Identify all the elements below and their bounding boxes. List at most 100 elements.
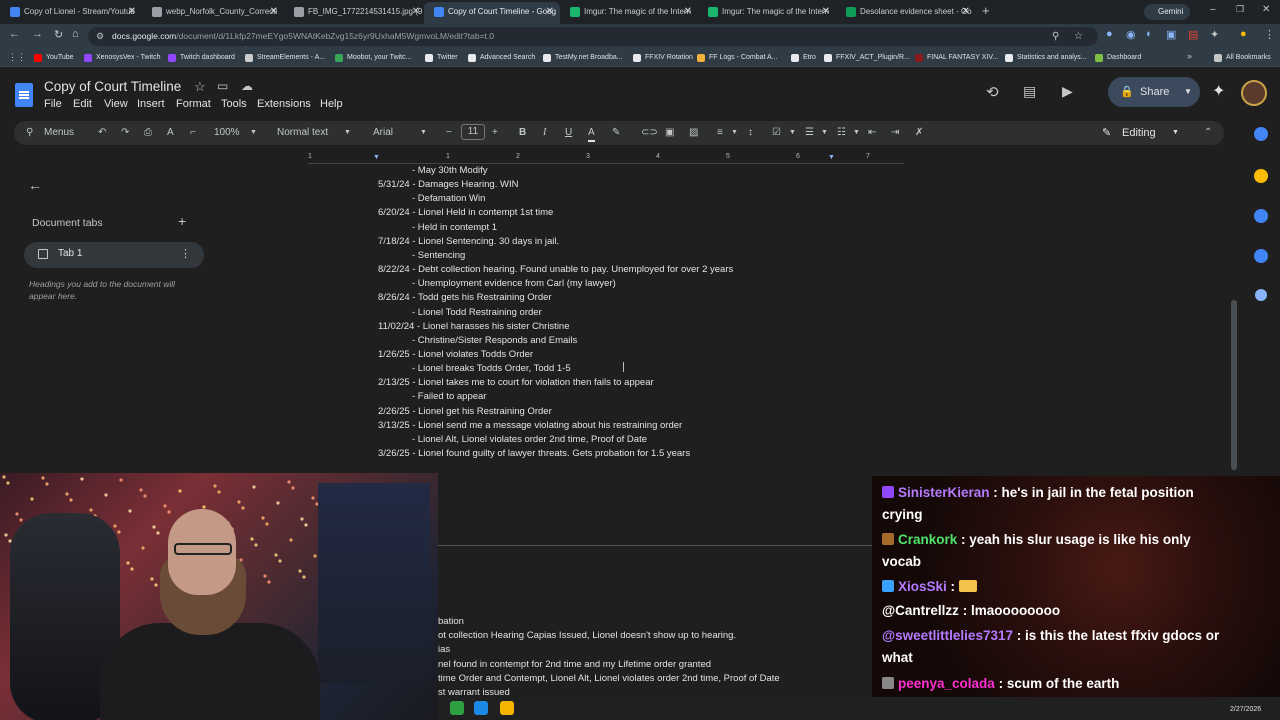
browser-tab[interactable]: Desolance evidence sheet - Go ✕ [836, 2, 976, 24]
text-color-icon[interactable]: A [588, 126, 595, 142]
keep-icon[interactable] [1254, 169, 1268, 183]
paint-format-icon[interactable]: ⌐ [190, 126, 196, 140]
bulleted-list-icon[interactable]: ☰ [805, 126, 814, 140]
add-tab-button[interactable]: + [178, 213, 186, 229]
maps-icon[interactable] [1255, 289, 1267, 301]
bookmark-item[interactable]: Moobot, your Twitc... [335, 51, 411, 65]
chevron-down-icon[interactable]: ▼ [821, 126, 828, 140]
chevron-down-icon[interactable]: ▼ [853, 126, 860, 140]
menu-insert[interactable]: Insert [137, 98, 165, 110]
extension-icon[interactable]: ◐ [1146, 28, 1153, 40]
link-icon[interactable]: ⊂⊃ [641, 126, 658, 140]
move-folder-icon[interactable]: ▭ [217, 79, 228, 93]
close-tab-icon[interactable]: ✕ [546, 2, 554, 22]
chevron-down-icon[interactable]: ▼ [344, 126, 351, 140]
apps-grid-icon[interactable]: ⋮⋮ [8, 52, 26, 63]
line-spacing-icon[interactable]: ↕ [748, 126, 753, 140]
extension-icon[interactable]: ▤ [1188, 28, 1198, 41]
chevron-down-icon[interactable]: ▼ [731, 126, 738, 140]
checklist-icon[interactable]: ☑ [772, 126, 781, 140]
menu-edit[interactable]: Edit [73, 98, 92, 110]
chevron-down-icon[interactable]: ▼ [420, 126, 427, 140]
extensions-puzzle-icon[interactable]: ✦ [1210, 28, 1219, 41]
document-title[interactable]: Copy of Court Timeline [44, 79, 181, 94]
browser-menu-icon[interactable]: ⋮ [1264, 28, 1275, 41]
all-bookmarks-button[interactable]: All Bookmarks [1214, 51, 1271, 65]
font-select[interactable]: Arial [373, 126, 393, 140]
profile-avatar-icon[interactable]: ● [1240, 28, 1247, 40]
style-select[interactable]: Normal text [277, 126, 328, 140]
meet-video-icon[interactable]: ▶ [1062, 83, 1073, 100]
bookmark-item[interactable]: Statistics and analys... [1005, 51, 1087, 65]
extension-icon[interactable]: ◉ [1126, 28, 1136, 41]
document-page[interactable]: - May 30th Modify 5/31/24 - Damages Heari… [308, 165, 904, 473]
browser-tab[interactable]: webp_Norfolk_County_Correcti ✕ [142, 2, 284, 24]
app-icon[interactable] [474, 701, 488, 715]
insert-image-icon[interactable]: ▨ [689, 126, 698, 140]
forward-icon[interactable]: → [32, 28, 43, 40]
search-icon[interactable]: ⚲ [26, 126, 33, 140]
bookmark-item[interactable]: FF Logs - Combat A... [697, 51, 777, 65]
site-info-icon[interactable]: ⚙ [96, 27, 104, 46]
bookmark-item[interactable]: TestMy.net Broadba... [543, 51, 623, 65]
bookmark-item[interactable]: Dashboard [1095, 51, 1141, 65]
menu-help[interactable]: Help [320, 98, 343, 110]
gemini-spark-icon[interactable]: ✦ [1212, 81, 1225, 101]
redo-icon[interactable]: ↷ [121, 126, 129, 140]
bookmark-item[interactable]: Advanced Search [468, 51, 535, 65]
chevron-down-icon[interactable]: ▼ [250, 126, 257, 140]
browser-tab[interactable]: Imgur: The magic of the Intern ✕ [698, 2, 836, 24]
decrease-indent-icon[interactable]: ⇤ [868, 126, 876, 140]
print-icon[interactable]: ⎙ [144, 126, 152, 140]
menu-format[interactable]: Format [176, 98, 211, 110]
right-indent-marker[interactable]: ▼ [828, 154, 835, 161]
reload-icon[interactable]: ↻ [54, 28, 63, 41]
left-indent-marker[interactable]: ▼ [373, 154, 380, 161]
underline-icon[interactable]: U [565, 126, 572, 140]
star-icon[interactable]: ☆ [194, 79, 206, 95]
italic-icon[interactable]: I [543, 126, 546, 140]
docs-logo-icon[interactable] [15, 83, 33, 107]
extension-icon[interactable]: ● [1106, 28, 1113, 40]
share-button[interactable]: 🔒 Share ▼ [1108, 77, 1200, 107]
editing-mode-select[interactable]: ✎ Editing ▼ [1090, 122, 1200, 144]
bookmark-item[interactable]: FFXIV_ACT_Plugin/R... [824, 51, 910, 65]
bookmark-item[interactable]: Etro [791, 51, 816, 65]
menus-search-button[interactable]: Menus [44, 126, 74, 140]
chevron-down-icon[interactable]: ▼ [1184, 77, 1192, 107]
spellcheck-icon[interactable]: A [167, 126, 174, 140]
bookmark-item[interactable]: Twitter [425, 51, 458, 65]
bookmark-item[interactable]: FINAL FANTASY XIV... [915, 51, 998, 65]
back-arrow-icon[interactable]: ← [28, 177, 42, 193]
close-tab-icon[interactable]: ✕ [270, 2, 278, 22]
cloud-status-icon[interactable]: ☁ [241, 79, 253, 93]
increase-indent-icon[interactable]: ⇥ [891, 126, 899, 140]
zoom-search-icon[interactable]: ⚲ [1052, 27, 1059, 46]
close-tab-icon[interactable]: ✕ [962, 2, 970, 22]
file-explorer-icon[interactable] [500, 701, 514, 715]
chevron-down-icon[interactable]: ▼ [789, 126, 796, 140]
close-tab-icon[interactable]: ✕ [684, 2, 692, 22]
bookmark-item[interactable]: Twitch dashboard [168, 51, 235, 65]
menu-view[interactable]: View [104, 98, 128, 110]
document-tab-1[interactable]: Tab 1 ⋮ [24, 242, 204, 268]
undo-icon[interactable]: ↶ [98, 126, 106, 140]
menu-tools[interactable]: Tools [221, 98, 247, 110]
browser-tab[interactable]: FB_IMG_1772214531415.jpg (9 ✕ [284, 2, 426, 24]
tasks-icon[interactable] [1254, 209, 1268, 223]
back-icon[interactable]: ← [9, 28, 20, 40]
close-tab-icon[interactable]: ✕ [822, 2, 830, 22]
version-history-icon[interactable]: ⟲ [986, 83, 999, 101]
font-size-input[interactable]: 11 [461, 124, 485, 140]
bookmark-star-icon[interactable]: ☆ [1074, 27, 1083, 46]
restore-icon[interactable]: ❐ [1236, 4, 1244, 15]
close-tab-icon[interactable]: ✕ [128, 2, 136, 22]
user-avatar[interactable] [1241, 80, 1267, 106]
url-field[interactable]: ⚙ docs.google.com/document/d/1Lkfp27meEY… [88, 27, 1098, 46]
calendar-icon[interactable] [1254, 127, 1268, 141]
new-tab-button[interactable]: + [982, 3, 990, 18]
bookmark-item[interactable]: StreamElements - A... [245, 51, 325, 65]
align-icon[interactable]: ≡ [717, 126, 723, 140]
app-icon[interactable] [450, 701, 464, 715]
highlight-icon[interactable]: ✎ [612, 126, 620, 140]
